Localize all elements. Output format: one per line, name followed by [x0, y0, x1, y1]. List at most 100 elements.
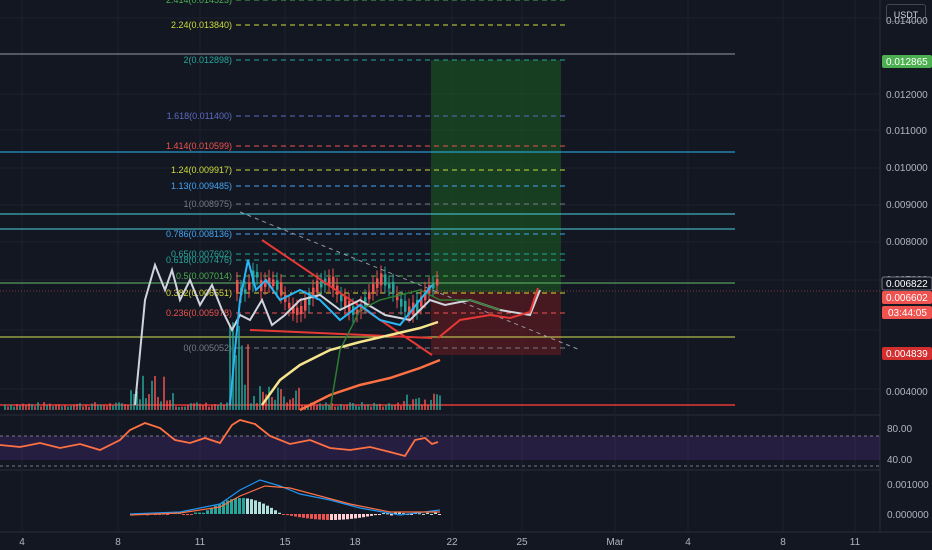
macd-bar [322, 514, 325, 520]
rsi-label-80: 80.00 [887, 424, 912, 435]
current-price-tag: 0.006602 [882, 291, 932, 304]
macd-bar [334, 514, 337, 520]
stop-price-tag: 0.004839 [882, 347, 932, 360]
fib-level-label: 2.24(0.013840) [171, 20, 232, 30]
volume-bar [370, 406, 372, 410]
fib-level-label: 1.13(0.009485) [171, 181, 232, 191]
macd-bar [358, 514, 361, 518]
volume-bar [91, 403, 93, 410]
volume-bar [16, 404, 18, 410]
candle-body [388, 283, 391, 289]
macd-bar [418, 513, 421, 515]
volume-bar [118, 402, 120, 410]
macd-bar [426, 512, 429, 514]
volume-bar [139, 399, 141, 410]
fib-level-label: 2.414(0.014523) [166, 0, 232, 5]
macd-bar [270, 507, 273, 514]
candle-body [288, 302, 291, 309]
volume-bar [49, 403, 51, 410]
volume-bar [22, 403, 24, 410]
volume-bar [205, 402, 207, 410]
volume-bar [178, 406, 180, 410]
time-label: 11 [195, 537, 206, 548]
macd-bar [290, 514, 293, 516]
macd-bar [234, 498, 237, 514]
volume-bar [58, 404, 60, 410]
volume-bar [169, 400, 171, 410]
volume-bar [100, 404, 102, 410]
volume-bar [202, 405, 204, 410]
time-label: 15 [279, 537, 291, 548]
macd-bar [238, 498, 241, 514]
macd-bar [206, 510, 209, 514]
volume-bar [208, 406, 210, 410]
volume-bar [37, 402, 39, 410]
candle-body [272, 279, 275, 287]
macd-bar [202, 512, 205, 514]
volume-bar [43, 402, 45, 410]
candle-body [376, 278, 379, 288]
volume-bar [241, 345, 243, 410]
volume-bar [346, 405, 348, 410]
candle-body [248, 282, 251, 290]
volume-bar [406, 394, 408, 410]
volume-bar [196, 402, 198, 410]
price-label: 0.008000 [886, 237, 928, 248]
volume-bar [115, 402, 117, 410]
macd-bar [274, 510, 277, 514]
volume-bar [274, 399, 276, 410]
macd-bar [434, 512, 437, 514]
volume-bar [103, 404, 105, 410]
volume-bar [376, 404, 378, 410]
volume-bar [127, 405, 129, 410]
volume-bar [172, 393, 174, 410]
volume-bar [46, 404, 48, 410]
time-label: 4 [19, 537, 25, 548]
macd-bar [342, 514, 345, 520]
volume-bar [421, 404, 423, 410]
stop-zone [431, 292, 561, 355]
candle-body [280, 282, 283, 296]
volume-bar [298, 387, 300, 410]
volume-bar [34, 406, 36, 410]
volume-bar [64, 405, 66, 410]
volume-bar [397, 402, 399, 410]
volume-bar [109, 403, 111, 410]
volume-bar [367, 404, 369, 410]
macd-bar [278, 512, 281, 514]
volume-bar [73, 404, 75, 410]
price-label: 0.014000 [886, 16, 928, 27]
volume-bar [313, 404, 315, 410]
volume-bar [319, 403, 321, 410]
price-label: 0.004000 [886, 387, 928, 398]
volume-bar [334, 406, 336, 410]
fib-level-label: 1(0.008975) [183, 199, 232, 209]
macd-bar [438, 514, 441, 515]
candle-body [380, 273, 383, 286]
volume-bar [70, 405, 72, 410]
volume-bar [145, 398, 147, 410]
volume-bar [373, 402, 375, 410]
volume-bar [382, 406, 384, 410]
volume-bar [160, 401, 162, 410]
volume-bar [385, 405, 387, 410]
volume-bar [148, 394, 150, 410]
macd-bar [310, 514, 313, 519]
macd-bar [182, 514, 185, 515]
rsi-band [0, 436, 880, 460]
volume-bar [97, 404, 99, 410]
volume-bar [289, 399, 291, 410]
macd-bar [250, 499, 253, 514]
volume-bar [316, 405, 318, 410]
volume-bar [55, 404, 57, 410]
volume-bar [247, 344, 249, 410]
candle-body [400, 298, 403, 307]
candle-body [404, 300, 407, 312]
volume-bar [415, 398, 417, 410]
target-zone [431, 60, 561, 292]
volume-bar [286, 402, 288, 410]
volume-bar [433, 393, 435, 410]
volume-bar [124, 404, 126, 410]
volume-bar [13, 406, 15, 410]
trading-chart[interactable]: 2.414(0.014523) 2.24(0.013840) 2(0.012898)… [0, 0, 932, 550]
